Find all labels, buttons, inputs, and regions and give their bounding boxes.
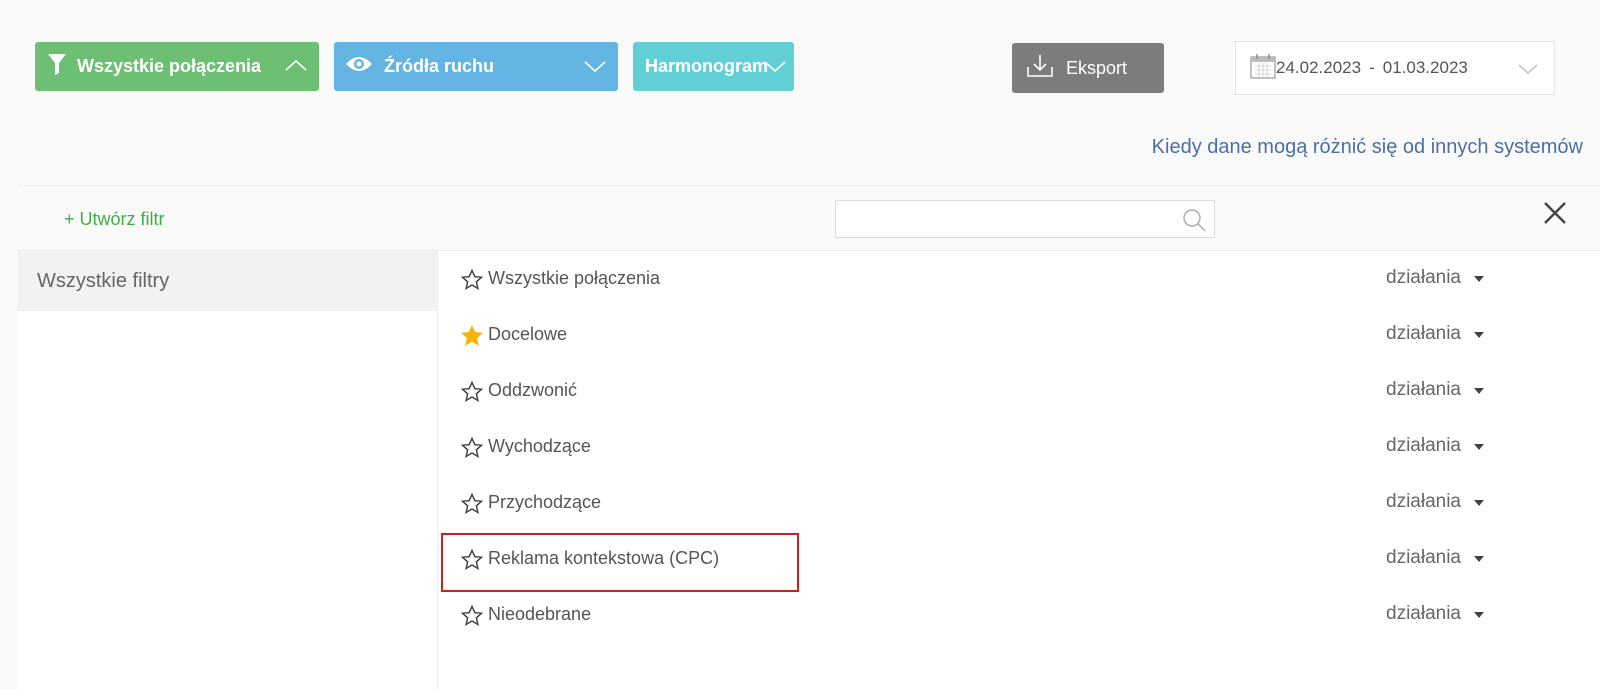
caret-down-icon [1473,435,1485,457]
actions-label: działania [1386,603,1461,624]
filter-name[interactable]: Wychodzące [488,436,591,457]
filter-name[interactable]: Oddzwonić [488,380,577,401]
all-calls-button[interactable]: Wszystkie połączenia [35,42,319,91]
date-separator: - [1369,58,1375,77]
filter-sidebar: Wszystkie filtry [18,251,438,689]
star-outline-icon[interactable] [460,492,484,520]
actions-dropdown[interactable]: działania [1386,435,1485,457]
close-icon[interactable] [1542,200,1568,231]
filter-row-outgoing: Wychodzące działania [438,427,1600,467]
export-button[interactable]: Eksport [1012,43,1164,93]
actions-label: działania [1386,323,1461,344]
star-outline-icon[interactable] [460,436,484,464]
actions-label: działania [1386,435,1461,456]
filter-name[interactable]: Docelowe [488,324,567,345]
actions-label: działania [1386,379,1461,400]
filter-row-all-calls: Wszystkie połączenia działania [438,259,1600,299]
caret-down-icon [1473,267,1485,289]
filter-panel-header: + Utwórz filtr [18,186,1600,251]
chevron-down-icon [764,56,786,81]
caret-down-icon [1473,491,1485,513]
filter-row-cpc: Reklama kontekstowa (CPC) działania [438,539,1600,579]
filter-name[interactable]: Reklama kontekstowa (CPC) [488,548,719,569]
date-range-picker[interactable]: 24.02.2023 - 01.03.2023 [1235,41,1555,95]
actions-dropdown[interactable]: działania [1386,267,1485,289]
actions-dropdown[interactable]: działania [1386,603,1485,625]
filter-panel: + Utwórz filtr Wszystkie filtry Wszystki… [18,185,1600,689]
traffic-sources-label: Źródła ruchu [384,56,495,76]
actions-label: działania [1386,267,1461,288]
caret-down-icon [1473,603,1485,625]
eye-icon [344,54,374,79]
download-icon [1026,53,1054,84]
star-outline-icon[interactable] [460,268,484,296]
date-to: 01.03.2023 [1382,58,1468,77]
filter-name[interactable]: Nieodebrane [488,604,591,625]
sidebar-item-label: Wszystkie filtry [37,269,170,292]
all-calls-label: Wszystkie połączenia [77,56,262,76]
actions-dropdown[interactable]: działania [1386,491,1485,513]
filter-row-callback: Oddzwonić działania [438,371,1600,411]
calendar-icon [1250,53,1276,84]
filter-row-incoming: Przychodzące działania [438,483,1600,523]
filter-row-missed: Nieodebrane działania [438,595,1600,635]
funnel-icon [47,52,67,81]
actions-label: działania [1386,547,1461,568]
actions-dropdown[interactable]: działania [1386,379,1485,401]
create-filter-button[interactable]: + Utwórz filtr [64,209,165,230]
chevron-down-icon [1518,60,1538,83]
chevron-up-icon [285,56,307,81]
caret-down-icon [1473,379,1485,401]
filter-row-target: Docelowe działania [438,315,1600,355]
caret-down-icon [1473,547,1485,569]
search-icon[interactable] [1182,208,1206,237]
actions-dropdown[interactable]: działania [1386,323,1485,345]
star-outline-icon[interactable] [460,604,484,632]
star-filled-icon[interactable] [461,325,483,352]
data-difference-link[interactable]: Kiedy dane mogą różnić się od innych sys… [1152,136,1583,159]
date-from: 24.02.2023 [1276,58,1362,77]
export-label: Eksport [1066,57,1128,78]
traffic-sources-button[interactable]: Źródła ruchu [334,42,618,91]
filter-name[interactable]: Wszystkie połączenia [488,268,660,289]
caret-down-icon [1473,323,1485,345]
filter-name[interactable]: Przychodzące [488,492,601,513]
star-outline-icon[interactable] [460,548,484,576]
filter-search-field[interactable] [835,200,1215,238]
schedule-button[interactable]: Harmonogram [633,42,794,91]
actions-dropdown[interactable]: działania [1386,547,1485,569]
chevron-down-icon [584,56,606,81]
sidebar-item-all-filters[interactable]: Wszystkie filtry [18,251,437,311]
filter-search-input[interactable] [842,201,1176,237]
schedule-label: Harmonogram [645,56,769,76]
star-outline-icon[interactable] [460,380,484,408]
actions-label: działania [1386,491,1461,512]
